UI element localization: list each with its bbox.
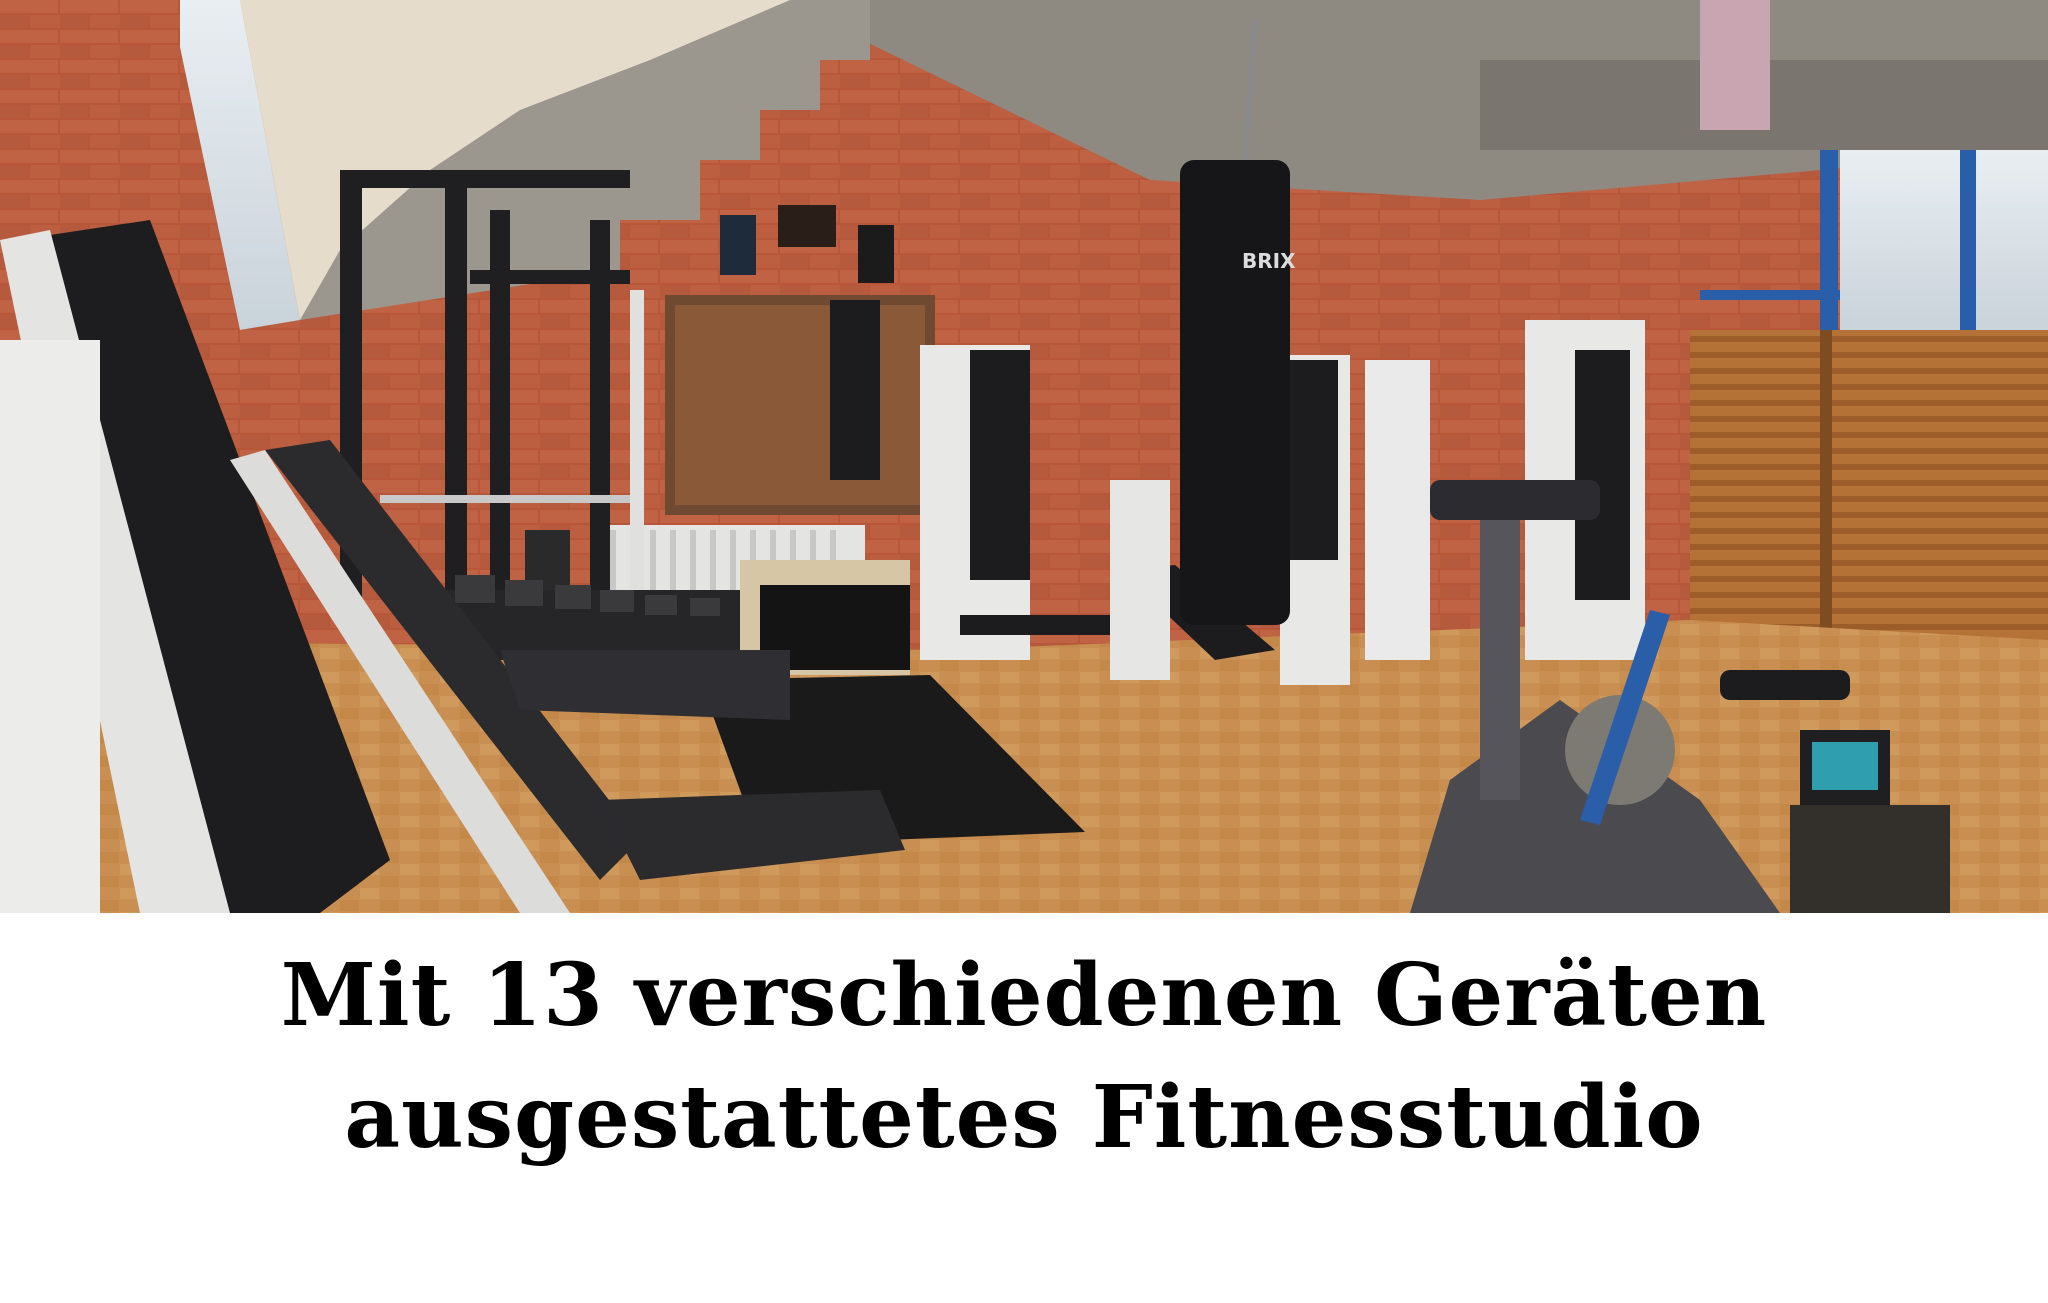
window-frame-blue-h xyxy=(1700,290,1840,300)
rack-upright-white xyxy=(630,290,644,610)
gym-photo: BRIX xyxy=(0,0,2048,913)
bench-legs xyxy=(1110,480,1170,680)
caption-line-1: Mit 13 verschiedenen Geräten xyxy=(280,945,1768,1046)
caption-line-2: ausgestattetes Fitnesstudio xyxy=(344,1067,1704,1168)
caption: Mit 13 verschiedenen Geräten ausgestatte… xyxy=(0,913,2048,1303)
white-frame-left xyxy=(0,340,100,913)
punching-bag xyxy=(1180,160,1290,625)
gym-scene: BRIX xyxy=(0,0,2048,913)
window-right xyxy=(1840,150,2048,330)
barbell xyxy=(380,495,630,503)
poster-2 xyxy=(778,205,836,247)
rowing-monitor-screen xyxy=(1812,742,1878,790)
punching-bag-brand: BRIX xyxy=(1242,249,1296,273)
mirror-bag-reflection xyxy=(830,300,880,480)
rowing-machine xyxy=(1790,805,1950,913)
wall-mirror-inner xyxy=(675,305,925,505)
ceiling-beam-pink xyxy=(1700,0,1770,130)
poster-1 xyxy=(720,215,756,275)
page: BRIX Mit 13 verschiedenen Geräten ausges… xyxy=(0,0,2048,1303)
poster-3 xyxy=(858,225,894,283)
